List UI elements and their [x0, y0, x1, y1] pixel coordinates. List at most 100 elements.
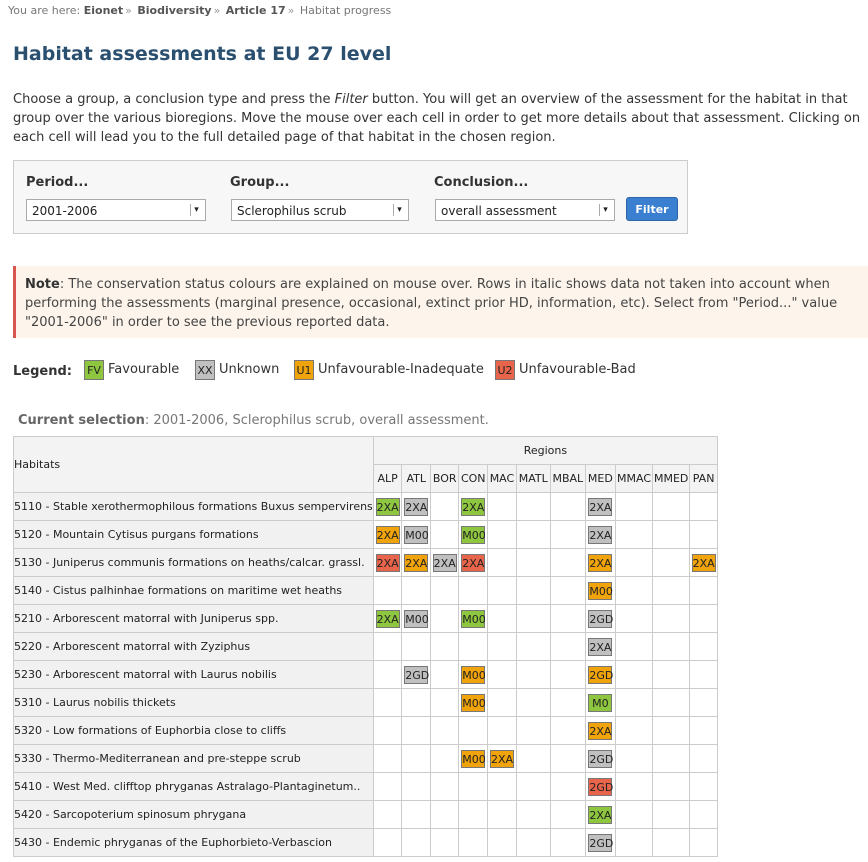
- status-badge[interactable]: 2GD: [588, 609, 613, 628]
- status-badge[interactable]: 2XA: [691, 553, 716, 572]
- status-badge[interactable]: 2XA: [375, 553, 400, 572]
- region-header-matl: MATL: [515, 464, 551, 493]
- status-badge[interactable]: M00: [404, 609, 429, 628]
- assessment-cell-mac: [487, 800, 517, 829]
- assessment-cell-atl[interactable]: 2XA: [401, 492, 432, 521]
- assessment-cell-alp[interactable]: 2XA: [372, 548, 403, 577]
- assessment-cell-con[interactable]: M00: [458, 660, 489, 689]
- status-badge[interactable]: 2XA: [588, 805, 613, 824]
- assessment-cell-atl[interactable]: M00: [401, 520, 432, 549]
- assessment-cell-med[interactable]: M00: [584, 576, 616, 605]
- status-badge[interactable]: 2XA: [375, 497, 400, 516]
- assessment-cell-atl[interactable]: 2GD: [401, 660, 432, 689]
- chevron-down-icon: ▾: [599, 204, 611, 216]
- status-badge[interactable]: 2XA: [461, 553, 486, 572]
- region-header-mmac: MMAC: [614, 464, 654, 493]
- status-badge[interactable]: M00: [461, 665, 486, 684]
- assessment-cell-atl[interactable]: 2XA: [401, 548, 432, 577]
- assessment-cell-med[interactable]: 2XA: [584, 520, 616, 549]
- status-badge[interactable]: 2XA: [432, 553, 457, 572]
- assessment-cell-con[interactable]: 2XA: [458, 548, 489, 577]
- status-badge[interactable]: 2XA: [588, 553, 613, 572]
- assessment-cell-con[interactable]: M00: [458, 604, 489, 633]
- assessment-cell-pan: [689, 520, 718, 549]
- status-badge[interactable]: 2GD: [588, 777, 613, 796]
- status-badge[interactable]: 2GD: [588, 665, 613, 684]
- assessment-cell-med[interactable]: 2GD: [584, 772, 616, 801]
- status-badge[interactable]: 2XA: [404, 553, 429, 572]
- assessment-cell-con[interactable]: M00: [458, 520, 489, 549]
- status-badge[interactable]: 2GD: [588, 749, 613, 768]
- status-badge[interactable]: M00: [461, 525, 486, 544]
- group-select[interactable]: Sclerophilus scrub ▾: [231, 199, 409, 221]
- status-badge[interactable]: 2XA: [588, 497, 613, 516]
- assessment-cell-med[interactable]: M0: [584, 688, 616, 717]
- table-row: 5220 - Arborescent matorral with Zyziphu…: [13, 632, 718, 661]
- status-badge[interactable]: M00: [404, 525, 429, 544]
- assessment-cell-med[interactable]: 2GD: [584, 828, 616, 857]
- assessment-cell-matl: [515, 632, 551, 661]
- assessment-cell-mmed: [652, 520, 691, 549]
- assessment-cell-bor: [430, 772, 460, 801]
- assessment-cell-mbal: [549, 520, 586, 549]
- assessment-cell-bor: [430, 660, 460, 689]
- status-badge[interactable]: M00: [461, 693, 486, 712]
- status-badge[interactable]: M0: [588, 693, 613, 712]
- breadcrumb-link-eionet[interactable]: Eionet: [84, 4, 123, 17]
- assessment-cell-mmac: [614, 604, 654, 633]
- status-badge[interactable]: M00: [461, 749, 486, 768]
- assessment-cell-con[interactable]: M00: [458, 688, 489, 717]
- assessment-cell-mmac: [614, 660, 654, 689]
- breadcrumb-prefix: You are here:: [8, 4, 81, 17]
- status-badge[interactable]: 2XA: [588, 637, 613, 656]
- status-badge[interactable]: 2XA: [461, 497, 486, 516]
- assessment-cell-pan[interactable]: 2XA: [689, 548, 718, 577]
- assessment-cell-bor[interactable]: 2XA: [430, 548, 460, 577]
- assessment-cell-mbal: [549, 800, 586, 829]
- assessment-cell-med[interactable]: 2XA: [584, 716, 616, 745]
- filter-button[interactable]: Filter: [626, 197, 678, 221]
- status-badge[interactable]: 2XA: [375, 525, 400, 544]
- conclusion-select[interactable]: overall assessment ▾: [435, 199, 615, 221]
- assessment-cell-med[interactable]: 2XA: [584, 800, 616, 829]
- status-badge[interactable]: M00: [461, 609, 486, 628]
- status-badge[interactable]: 2XA: [588, 721, 613, 740]
- assessment-cell-alp[interactable]: 2XA: [372, 604, 403, 633]
- status-badge[interactable]: 2XA: [404, 497, 429, 516]
- status-badge[interactable]: 2XA: [489, 749, 514, 768]
- assessment-cell-con[interactable]: M00: [458, 744, 489, 773]
- legend-item-unfavourable-inadequate: U1 Unfavourable-Inadequate: [294, 360, 484, 380]
- assessment-cell-mbal: [549, 660, 586, 689]
- assessment-cell-med[interactable]: 2GD: [584, 744, 616, 773]
- assessment-cell-atl[interactable]: M00: [401, 604, 432, 633]
- status-badge[interactable]: 2GD: [588, 833, 613, 852]
- assessment-cell-alp[interactable]: 2XA: [372, 492, 403, 521]
- note-label: Note: [25, 277, 60, 292]
- status-badge[interactable]: M00: [588, 581, 613, 600]
- assessment-cell-mac: [487, 772, 517, 801]
- assessment-cell-mbal: [549, 772, 586, 801]
- legend-item-unknown: XX Unknown: [195, 360, 279, 380]
- assessment-cell-alp[interactable]: 2XA: [372, 520, 403, 549]
- breadcrumb: You are here: Eionet» Biodiversity» Arti…: [8, 4, 391, 17]
- habitat-name: 5220 - Arborescent matorral with Zyziphu…: [13, 632, 374, 661]
- assessment-cell-con[interactable]: 2XA: [458, 492, 489, 521]
- assessment-cell-med[interactable]: 2XA: [584, 632, 616, 661]
- assessment-cell-med[interactable]: 2XA: [584, 548, 616, 577]
- assessment-cell-med[interactable]: 2XA: [584, 492, 616, 521]
- assessment-cell-med[interactable]: 2GD: [584, 660, 616, 689]
- breadcrumb-link-article17[interactable]: Article 17: [226, 4, 286, 17]
- status-badge[interactable]: 2XA: [375, 609, 400, 628]
- assessment-cell-mbal: [549, 604, 586, 633]
- assessment-cell-med[interactable]: 2GD: [584, 604, 616, 633]
- legend-item-unfavourable-bad: U2 Unfavourable-Bad: [495, 360, 636, 380]
- habitat-name: 5310 - Laurus nobilis thickets: [13, 688, 374, 717]
- period-select[interactable]: 2001-2006 ▾: [26, 199, 206, 221]
- assessment-cell-mac: [487, 828, 517, 857]
- habitats-header: Habitats: [13, 436, 374, 493]
- status-badge[interactable]: 2GD: [404, 665, 429, 684]
- breadcrumb-link-biodiversity[interactable]: Biodiversity: [137, 4, 211, 17]
- status-badge[interactable]: 2XA: [588, 525, 613, 544]
- assessment-cell-mac[interactable]: 2XA: [487, 744, 517, 773]
- region-header-con: CON: [458, 464, 489, 493]
